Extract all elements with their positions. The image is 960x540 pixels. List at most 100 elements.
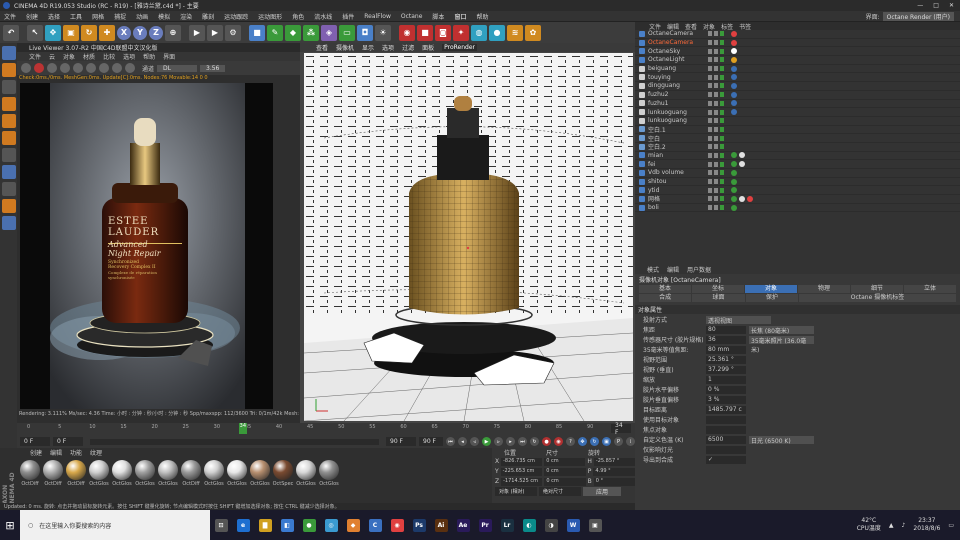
record-icon[interactable]: ● <box>542 437 551 446</box>
attribute-preset-dropdown[interactable]: 长焦 (80毫米) <box>749 325 814 335</box>
coord-mode-dropdown[interactable]: 对象 (相对) <box>495 487 537 496</box>
taskbar-app[interactable]: Pr <box>474 510 496 540</box>
lock-icon[interactable] <box>73 63 83 73</box>
attribute-value[interactable]: 37.299 ° <box>706 365 746 374</box>
menu-item-19[interactable]: 帮助 <box>476 12 488 21</box>
material-swatch[interactable]: OctDiff <box>66 460 86 487</box>
live-viewer-menu-item[interactable]: 帮助 <box>143 52 155 61</box>
object-row[interactable]: shitou <box>635 178 960 187</box>
tag-icon[interactable] <box>731 82 737 89</box>
volume-icon[interactable]: ♪ <box>902 522 906 529</box>
attribute-tab[interactable]: Octane 摄像机标签 <box>798 294 956 302</box>
key-position-icon[interactable]: ✥ <box>578 437 587 446</box>
coord-position-field[interactable]: -225.653 cm <box>500 467 543 476</box>
attribute-value[interactable] <box>706 445 746 454</box>
keyframe-selection-icon[interactable]: ? <box>566 437 575 446</box>
attribute-tab[interactable]: 保护 <box>745 294 798 302</box>
object-name[interactable]: boli <box>648 204 708 211</box>
attribute-value[interactable]: 36 <box>706 335 746 344</box>
material-swatch[interactable]: OctGlos <box>112 460 132 487</box>
scale-icon[interactable]: ▣ <box>63 24 79 41</box>
viewport-menu-item[interactable]: 面板 <box>422 43 434 52</box>
object-name[interactable]: fei <box>648 161 708 168</box>
tag-icon[interactable] <box>731 100 737 107</box>
material-swatch[interactable]: OctGlos <box>227 460 247 487</box>
taskbar-app[interactable]: ◑ <box>540 510 562 540</box>
material-swatch[interactable]: OctDiff <box>181 460 201 487</box>
min-frame-field[interactable]: 0 F <box>53 437 83 446</box>
taskbar-app[interactable]: e <box>232 510 254 540</box>
object-name[interactable]: OctaneLight <box>648 56 708 63</box>
material-menu-item[interactable]: 功能 <box>70 448 82 457</box>
object-name[interactable]: 空白.1 <box>648 125 708 134</box>
undo-icon[interactable]: ↶ <box>3 24 19 41</box>
pick-focus-icon[interactable] <box>125 63 135 73</box>
menu-item-17[interactable]: 脚本 <box>432 12 444 21</box>
spline-pen-icon[interactable]: ✎ <box>267 24 283 41</box>
visibility-toggles[interactable] <box>708 187 724 193</box>
tag-icon[interactable] <box>731 56 737 63</box>
attribute-tab[interactable]: 对象 <box>745 285 797 293</box>
attribute-menu-item[interactable]: 编辑 <box>667 265 679 274</box>
visibility-toggles[interactable] <box>708 109 724 115</box>
object-row[interactable]: 空白.2 <box>635 143 960 152</box>
pick-material-icon[interactable] <box>112 63 122 73</box>
visibility-toggles[interactable] <box>708 152 724 158</box>
autokey-icon[interactable]: ◉ <box>554 437 563 446</box>
material-swatch[interactable]: OctGlos <box>250 460 270 487</box>
attribute-tab[interactable]: 坐标 <box>692 285 744 293</box>
octane-stop-icon[interactable]: ■ <box>417 24 433 41</box>
tag-icon[interactable] <box>731 161 737 168</box>
taskbar-clock[interactable]: 23:37 2018/8/6 <box>913 517 940 533</box>
projection-dropdown[interactable]: 透视视图 <box>706 315 771 325</box>
menu-item-12[interactable]: 角色 <box>292 12 304 21</box>
rotate-icon[interactable]: ↻ <box>81 24 97 41</box>
material-menu-item[interactable]: 纹理 <box>90 448 102 457</box>
object-name[interactable]: Vdb volume <box>648 169 708 176</box>
octane-live-viewer-icon[interactable]: ◉ <box>399 24 415 41</box>
object-row[interactable]: OctaneSky <box>635 47 960 57</box>
attribute-tab[interactable]: 细节 <box>851 285 903 293</box>
coord-size-field[interactable]: 0 cm <box>544 457 586 466</box>
material-menu-item[interactable]: 编辑 <box>50 448 62 457</box>
menu-item-11[interactable]: 运动图形 <box>258 12 282 21</box>
menu-item-10[interactable]: 运动跟踪 <box>224 12 248 21</box>
material-swatch[interactable]: OctGlos <box>158 460 178 487</box>
octane-sky-icon[interactable]: ◍ <box>471 24 487 41</box>
coord-position-field[interactable]: -1714.525 cm <box>501 477 543 486</box>
minimize-button[interactable]: — <box>917 2 923 9</box>
attribute-tab[interactable]: 立体 <box>904 285 956 293</box>
light-icon[interactable]: ☀ <box>375 24 391 41</box>
taskbar-app[interactable]: ▣ <box>584 510 606 540</box>
world-coordinate-icon[interactable]: ⊕ <box>165 24 181 41</box>
viewport-menu-item[interactable]: 过滤 <box>402 43 414 52</box>
visibility-toggles[interactable] <box>708 135 724 141</box>
render-picture-viewer-icon[interactable]: ▶ <box>207 24 223 41</box>
object-name[interactable]: shitou <box>648 178 708 185</box>
play-icon[interactable]: ▶ <box>482 437 491 446</box>
points-mode-icon[interactable] <box>1 97 16 111</box>
taskbar-app[interactable]: ▇ <box>254 510 276 540</box>
subdivision-icon[interactable]: ◆ <box>285 24 301 41</box>
object-name[interactable]: 空白 <box>648 134 708 143</box>
tag-icon[interactable] <box>739 161 745 168</box>
loop-icon[interactable]: ↻ <box>530 437 539 446</box>
snap-icon[interactable] <box>1 165 16 179</box>
viewport-menu-item[interactable]: 选项 <box>382 43 394 52</box>
menu-item-0[interactable]: 文件 <box>4 12 16 21</box>
attribute-value[interactable]: 0 % <box>706 385 746 394</box>
deformer-icon[interactable]: ◈ <box>321 24 337 41</box>
object-name[interactable]: dingguang <box>648 82 708 89</box>
menu-item-4[interactable]: 网格 <box>92 12 104 21</box>
attribute-value[interactable]: 80 mm <box>706 345 746 354</box>
taskbar-app[interactable]: ◐ <box>518 510 540 540</box>
object-row[interactable]: OctaneCamera <box>635 30 960 39</box>
object-name[interactable]: OctaneSky <box>648 48 708 55</box>
coord-rotation-field[interactable]: 0 ° <box>593 477 635 486</box>
polygons-mode-icon[interactable] <box>1 131 16 145</box>
playhead[interactable]: 34 <box>238 423 248 434</box>
visibility-toggles[interactable] <box>708 161 724 167</box>
menu-item-6[interactable]: 动画 <box>136 12 148 21</box>
coord-size-field[interactable]: 0 cm <box>544 477 586 486</box>
menu-item-5[interactable]: 捕捉 <box>114 12 126 21</box>
